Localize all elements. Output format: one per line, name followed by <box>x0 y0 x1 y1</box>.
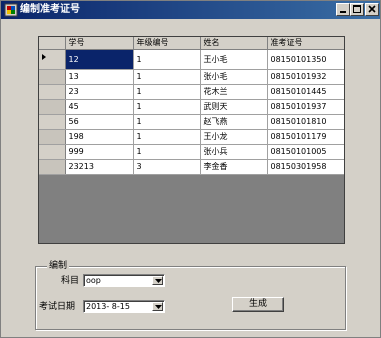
row-header[interactable] <box>39 99 66 115</box>
cell-name[interactable]: 王小毛 <box>200 49 268 70</box>
exam-date-value: 2013- 8-15 <box>86 302 130 311</box>
cell-name[interactable]: 赵飞燕 <box>200 114 268 130</box>
cell-name[interactable]: 武则天 <box>200 99 268 115</box>
main-window: 编制准考证号 学号 年级编号 姓名 准考证号 12 1 王小毛 08150101… <box>0 0 381 338</box>
subject-combobox[interactable]: oop <box>83 274 165 287</box>
cell-student-id[interactable]: 45 <box>65 99 134 115</box>
table-row[interactable]: 13 1 张小毛 08150101932 <box>39 69 344 85</box>
maximize-button[interactable] <box>350 3 364 16</box>
column-header-exam-number[interactable]: 准考证号 <box>267 37 344 50</box>
row-header[interactable] <box>39 144 66 160</box>
row-header[interactable] <box>39 129 66 145</box>
chevron-down-icon <box>155 305 162 309</box>
cell-name[interactable]: 张小毛 <box>200 69 268 85</box>
table-row[interactable]: 23213 3 李金香 08150301958 <box>39 159 344 175</box>
subject-dropdown-button[interactable] <box>152 276 163 285</box>
exam-date-picker[interactable]: 2013- 8-15 <box>83 300 165 313</box>
table-row[interactable]: 12 1 王小毛 08150101350 <box>39 49 344 70</box>
cell-student-id[interactable]: 13 <box>65 69 134 85</box>
column-header-student-id[interactable]: 学号 <box>65 37 134 50</box>
cell-grade-id[interactable]: 1 <box>133 84 201 100</box>
cell-student-id[interactable]: 12 <box>65 49 134 70</box>
table-row[interactable]: 56 1 赵飞燕 08150101810 <box>39 114 344 130</box>
cell-name[interactable]: 张小兵 <box>200 144 268 160</box>
cell-exam-number[interactable]: 08150301958 <box>267 159 344 175</box>
maximize-icon <box>353 5 361 13</box>
row-header[interactable] <box>39 49 66 70</box>
title-bar[interactable]: 编制准考证号 <box>1 1 380 19</box>
table-row[interactable]: 45 1 武则天 08150101937 <box>39 99 344 115</box>
table-row[interactable]: 999 1 张小兵 08150101005 <box>39 144 344 160</box>
cell-exam-number[interactable]: 08150101005 <box>267 144 344 160</box>
grid-corner[interactable] <box>39 37 66 50</box>
cell-student-id[interactable]: 999 <box>65 144 134 160</box>
cell-student-id[interactable]: 23213 <box>65 159 134 175</box>
subject-value: oop <box>86 276 101 285</box>
chevron-down-icon <box>155 279 162 283</box>
cell-exam-number[interactable]: 08150101179 <box>267 129 344 145</box>
minimize-button[interactable] <box>336 3 350 16</box>
cell-exam-number[interactable]: 08150101810 <box>267 114 344 130</box>
cell-name[interactable]: 李金香 <box>200 159 268 175</box>
minimize-icon <box>340 11 346 13</box>
cell-student-id[interactable]: 198 <box>65 129 134 145</box>
row-header[interactable] <box>39 114 66 130</box>
table-row[interactable]: 198 1 王小龙 08150101179 <box>39 129 344 145</box>
close-icon <box>368 5 376 13</box>
row-header[interactable] <box>39 159 66 175</box>
subject-label: 科目 <box>61 276 80 286</box>
row-header[interactable] <box>39 69 66 85</box>
compile-groupbox: 编制 <box>35 261 346 331</box>
window-title: 编制准考证号 <box>20 4 80 15</box>
cell-exam-number[interactable]: 08150101350 <box>267 49 344 70</box>
cell-grade-id[interactable]: 3 <box>133 159 201 175</box>
exam-date-dropdown-button[interactable] <box>152 302 163 311</box>
cell-exam-number[interactable]: 08150101937 <box>267 99 344 115</box>
table-row[interactable]: 23 1 花木兰 08150101445 <box>39 84 344 100</box>
generate-button[interactable]: 生成 <box>232 297 284 312</box>
grid-header-row: 学号 年级编号 姓名 准考证号 <box>39 37 344 50</box>
close-button[interactable] <box>365 3 379 16</box>
data-grid[interactable]: 学号 年级编号 姓名 准考证号 12 1 王小毛 08150101350 13 <box>38 36 345 244</box>
cell-grade-id[interactable]: 1 <box>133 129 201 145</box>
row-header[interactable] <box>39 84 66 100</box>
exam-date-label: 考试日期 <box>39 302 76 312</box>
app-icon <box>4 3 18 17</box>
cell-grade-id[interactable]: 1 <box>133 49 201 70</box>
cell-student-id[interactable]: 56 <box>65 114 134 130</box>
cell-grade-id[interactable]: 1 <box>133 114 201 130</box>
cell-name[interactable]: 花木兰 <box>200 84 268 100</box>
cell-name[interactable]: 王小龙 <box>200 129 268 145</box>
cell-student-id[interactable]: 23 <box>65 84 134 100</box>
groupbox-title: 编制 <box>47 261 70 272</box>
groupbox-frame <box>35 266 346 330</box>
column-header-name[interactable]: 姓名 <box>200 37 268 50</box>
cell-grade-id[interactable]: 1 <box>133 144 201 160</box>
cell-exam-number[interactable]: 08150101932 <box>267 69 344 85</box>
cell-grade-id[interactable]: 1 <box>133 69 201 85</box>
current-row-arrow-icon <box>42 54 46 60</box>
cell-exam-number[interactable]: 08150101445 <box>267 84 344 100</box>
cell-grade-id[interactable]: 1 <box>133 99 201 115</box>
column-header-grade-id[interactable]: 年级编号 <box>133 37 201 50</box>
